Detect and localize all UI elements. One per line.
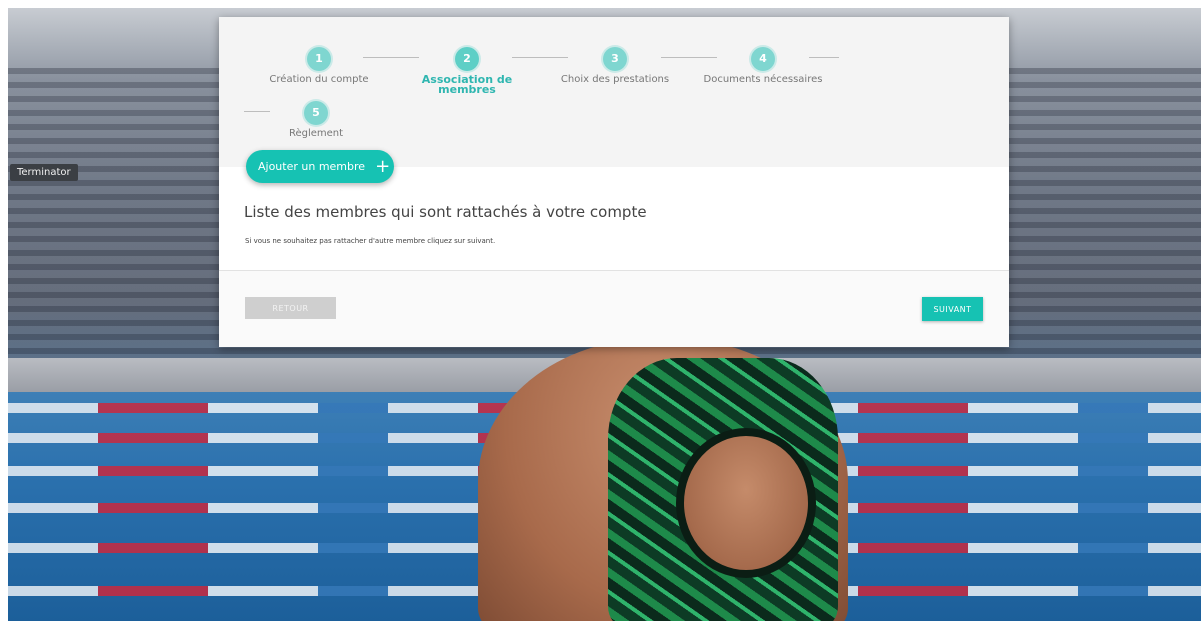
step-label: Règlement [288,128,344,139]
step-label: Documents nécessaires [703,74,823,85]
step-number: 2 [455,47,479,71]
step-label: Choix des prestations [560,74,670,85]
card-footer [219,271,1009,347]
registration-card: 1 Création du compte 2 Association de me… [219,17,1009,347]
step-4[interactable]: 4 Documents nécessaires [703,47,823,85]
plus-icon: + [375,155,391,177]
members-list-title: Liste des membres qui sont rattachés à v… [244,203,647,221]
add-member-button[interactable]: Ajouter un membre + [246,150,394,183]
step-label: Création du compte [269,74,369,85]
next-button[interactable]: SUIVANT [922,297,983,321]
back-button[interactable]: RETOUR [245,297,336,319]
stepper-header [219,17,1009,167]
step-3[interactable]: 3 Choix des prestations [559,47,671,85]
step-5[interactable]: 5 Règlement [281,101,351,139]
members-list-hint: Si vous ne souhaitez pas rattacher d'aut… [245,237,496,245]
step-number: 5 [304,101,328,125]
step-2[interactable]: 2 Association de membres [417,47,517,95]
step-connector [244,111,270,112]
step-number: 3 [603,47,627,71]
step-1[interactable]: 1 Création du compte [264,47,374,85]
step-number: 4 [751,47,775,71]
step-number: 1 [307,47,331,71]
tooltip: Terminator [10,164,78,181]
swimsuit-back-opening [676,428,816,578]
step-label: Association de membres [421,73,513,96]
add-member-label: Ajouter un membre [258,160,366,173]
